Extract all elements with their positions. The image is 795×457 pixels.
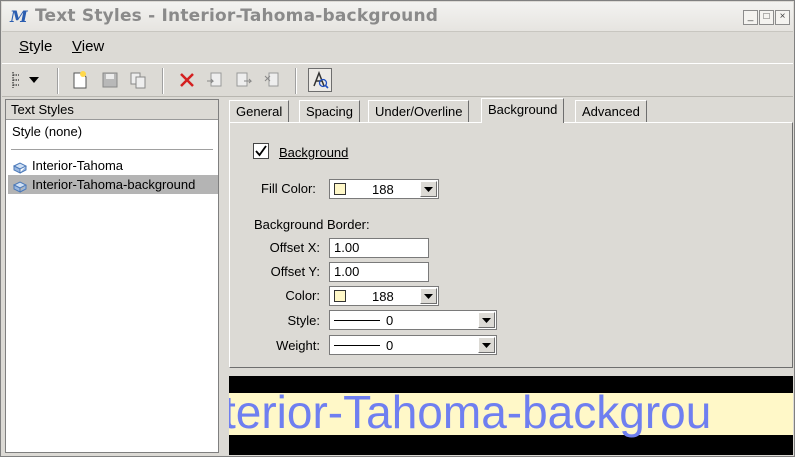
offset-x-field[interactable]: 1.00	[329, 238, 429, 258]
border-color-value: 188	[372, 289, 394, 304]
list-header: Text Styles	[6, 100, 218, 120]
new-icon[interactable]	[68, 68, 92, 92]
offset-y-field[interactable]: 1.00	[329, 262, 429, 282]
chevron-down-icon[interactable]	[420, 288, 437, 304]
border-color-swatch	[334, 290, 346, 302]
border-style-label: Style:	[287, 313, 320, 328]
tab-general[interactable]: General	[229, 100, 290, 122]
text-preview-icon[interactable]	[308, 68, 332, 92]
border-weight-label: Weight:	[276, 338, 320, 353]
line-style-sample	[334, 320, 380, 321]
line-weight-sample	[334, 345, 380, 346]
offset-y-label: Offset Y:	[270, 264, 320, 279]
background-tab-panel: Background Fill Color: 188 Background Bo…	[229, 122, 793, 368]
reset-icon[interactable]	[260, 68, 284, 92]
border-color-label: Color:	[285, 288, 320, 303]
border-style-value: 0	[386, 313, 394, 328]
style-none-item[interactable]: Style (none)	[6, 120, 218, 143]
chevron-down-icon[interactable]	[478, 337, 495, 353]
window-title: Text Styles - Interior-Tahoma-background	[35, 6, 439, 26]
preview-text: terior-Tahoma-backgrou	[229, 386, 712, 438]
maximize-button[interactable]: □	[759, 10, 774, 25]
save-icon[interactable]	[98, 68, 122, 92]
offset-x-label: Offset X:	[269, 240, 320, 255]
tab-background[interactable]: Background	[481, 98, 565, 123]
border-color-select[interactable]: 188	[329, 286, 439, 306]
fill-color-value: 188	[372, 182, 394, 197]
style-label: Interior-Tahoma-background	[32, 177, 196, 192]
export-icon[interactable]	[232, 68, 256, 92]
menu-bar: Style View	[2, 34, 793, 60]
close-button[interactable]: ×	[775, 10, 790, 25]
border-weight-select[interactable]: 0	[329, 335, 497, 355]
fill-color-swatch	[334, 183, 346, 195]
tab-spacing[interactable]: Spacing	[299, 100, 360, 122]
list-divider	[11, 149, 213, 150]
fill-color-select[interactable]: 188	[329, 179, 439, 199]
delete-icon[interactable]	[175, 68, 199, 92]
border-weight-value: 0	[386, 338, 394, 353]
import-icon[interactable]	[203, 68, 227, 92]
style-label: Interior-Tahoma	[32, 158, 124, 173]
background-checkbox[interactable]	[253, 143, 269, 159]
toolbar	[2, 63, 793, 97]
chevron-down-icon[interactable]	[478, 312, 495, 328]
list-item-style-selected[interactable]: Interior-Tahoma-background	[8, 175, 218, 194]
toolbar-separator	[57, 68, 59, 94]
text-style-preview: terior-Tahoma-backgrou	[229, 376, 793, 455]
background-checkbox-label[interactable]: Background	[279, 145, 348, 160]
tab-under-overline[interactable]: Under/Overline	[368, 100, 470, 122]
microstation-app-icon: M	[10, 7, 28, 26]
text-styles-list: Text Styles Style (none) Interior-Tahoma…	[5, 99, 219, 453]
toolbar-separator	[295, 68, 297, 94]
chevron-down-icon[interactable]	[420, 181, 437, 197]
text-style-icon	[12, 179, 28, 198]
checkmark-icon	[255, 145, 267, 157]
text-styles-window: M Text Styles - Interior-Tahoma-backgrou…	[0, 0, 795, 457]
copy-icon[interactable]	[126, 68, 150, 92]
tab-advanced[interactable]: Advanced	[575, 100, 647, 122]
minimize-button[interactable]: _	[743, 10, 758, 25]
title-bar[interactable]: M Text Styles - Interior-Tahoma-backgrou…	[2, 2, 793, 32]
menu-style[interactable]: Style	[19, 38, 52, 55]
background-border-heading: Background Border:	[254, 217, 370, 232]
border-style-select[interactable]: 0	[329, 310, 497, 330]
list-item-style[interactable]: Interior-Tahoma	[8, 156, 218, 175]
menu-view[interactable]: View	[72, 38, 104, 55]
dropdown-arrow-icon[interactable]	[26, 68, 42, 92]
fill-color-label: Fill Color:	[261, 181, 316, 196]
toolbar-separator	[162, 68, 164, 94]
